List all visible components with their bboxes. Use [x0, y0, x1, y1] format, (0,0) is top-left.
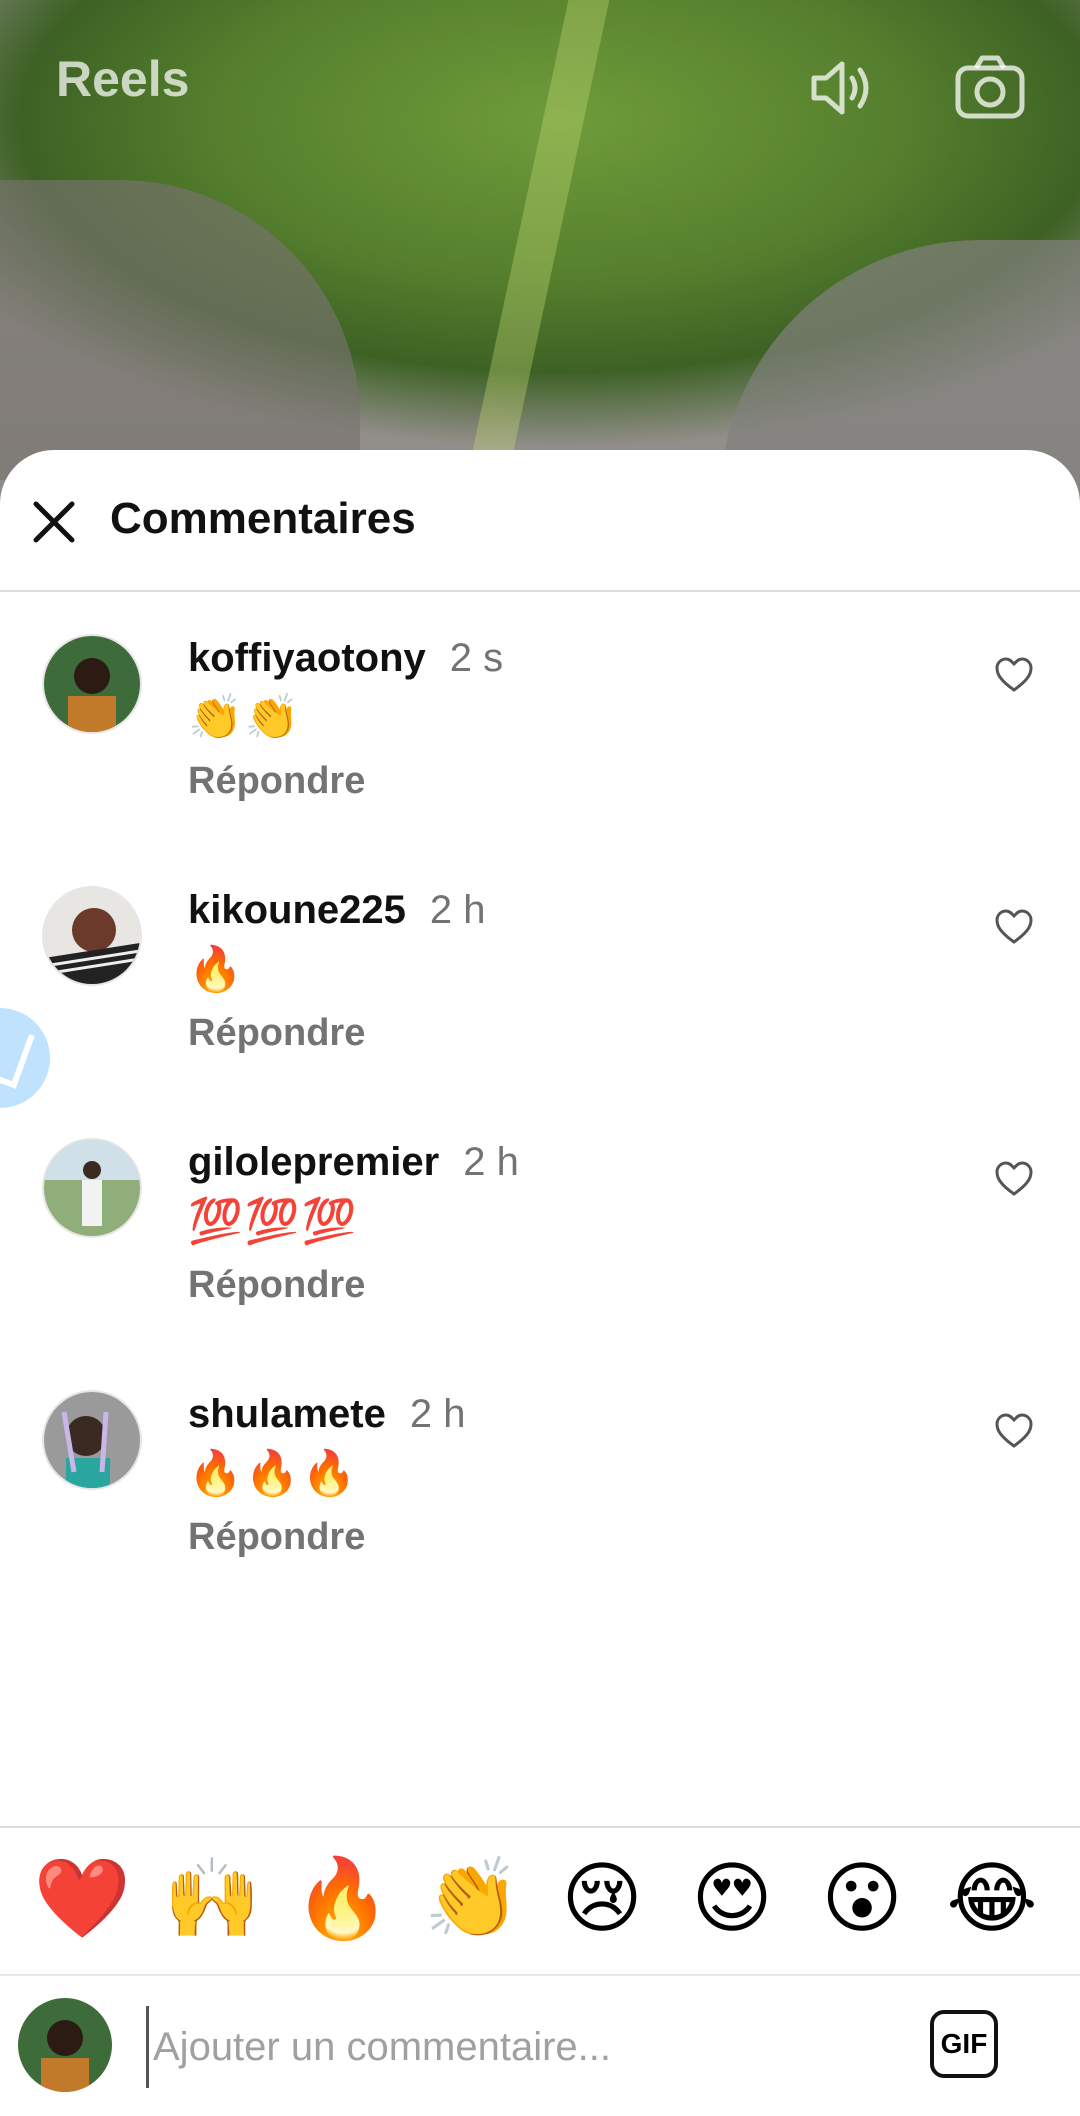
reaction-fire[interactable]: 🔥 — [292, 1848, 392, 1948]
comment-time: 2 s — [449, 636, 504, 680]
reaction-heart[interactable]: ❤️ — [32, 1848, 132, 1948]
reaction-surprised[interactable]: 😮 — [812, 1848, 912, 1948]
comment-text: 💯💯💯 — [188, 1197, 359, 1246]
gif-button[interactable]: GIF — [930, 2010, 998, 2078]
comment-time: 2 h — [409, 1392, 466, 1436]
comment-text: 🔥🔥🔥 — [188, 1449, 359, 1498]
comment-time: 2 h — [429, 888, 486, 932]
reaction-heart-eyes[interactable]: 😍 — [682, 1848, 782, 1948]
close-icon[interactable] — [26, 494, 82, 550]
quick-reactions-bar: ❤️ 🙌 🔥 👏 😢 😍 😮 😂 — [0, 1826, 1080, 1976]
reply-button[interactable]: Répondre — [188, 1012, 365, 1055]
comment-username-line[interactable]: gilolepremier 2 h — [188, 1140, 519, 1185]
heart-outline-icon[interactable] — [994, 1160, 1034, 1200]
leaf-shadow-left — [0, 180, 360, 480]
comment-username[interactable]: gilolepremier — [188, 1140, 439, 1184]
reaction-raised-hands[interactable]: 🙌 — [162, 1848, 262, 1948]
leaf-vein — [464, 0, 616, 499]
heart-outline-icon[interactable] — [994, 656, 1034, 696]
avatar[interactable] — [44, 1392, 140, 1488]
comment-username[interactable]: shulamete — [188, 1392, 386, 1436]
heart-outline-icon[interactable] — [994, 1412, 1034, 1452]
avatar[interactable] — [44, 636, 140, 732]
comment-input[interactable] — [146, 2006, 895, 2088]
avatar — [18, 1998, 112, 2092]
reaction-sad[interactable]: 😢 — [552, 1848, 652, 1948]
avatar[interactable] — [44, 1140, 140, 1236]
comment-username[interactable]: kikoune225 — [188, 888, 406, 932]
heart-outline-icon[interactable] — [994, 908, 1034, 948]
comment-item: kikoune225 2 h 🔥 Répondre — [0, 888, 1080, 1088]
reply-button[interactable]: Répondre — [188, 1516, 365, 1559]
comment-text: 🔥 — [188, 945, 245, 994]
avatar[interactable] — [44, 888, 140, 984]
reaction-clap[interactable]: 👏 — [422, 1848, 522, 1948]
reply-button[interactable]: Répondre — [188, 1264, 365, 1307]
comment-compose-bar: GIF — [0, 1974, 1080, 2116]
comment-username[interactable]: koffiyaotony — [188, 636, 426, 680]
sheet-title: Commentaires — [110, 494, 416, 543]
comment-item: koffiyaotony 2 s 👏👏 Répondre — [0, 636, 1080, 836]
comment-time: 2 h — [463, 1140, 519, 1184]
sheet-header: Commentaires — [0, 450, 1080, 592]
comment-item: gilolepremier 2 h 💯💯💯 Répondre — [0, 1140, 1080, 1340]
comment-username-line[interactable]: koffiyaotony 2 s — [188, 636, 503, 681]
comment-text: 👏👏 — [188, 693, 302, 742]
comment-item: shulamete 2 h 🔥🔥🔥 Répondre — [0, 1392, 1080, 1592]
reaction-laughing[interactable]: 😂 — [942, 1848, 1042, 1948]
reels-title: Reels — [56, 51, 190, 107]
reply-button[interactable]: Répondre — [188, 760, 365, 803]
comment-username-line[interactable]: shulamete 2 h — [188, 1392, 465, 1437]
sound-icon[interactable] — [800, 48, 880, 128]
comment-username-line[interactable]: kikoune225 2 h — [188, 888, 486, 933]
camera-icon[interactable] — [950, 48, 1030, 128]
bubble-glyph — [0, 1027, 35, 1089]
